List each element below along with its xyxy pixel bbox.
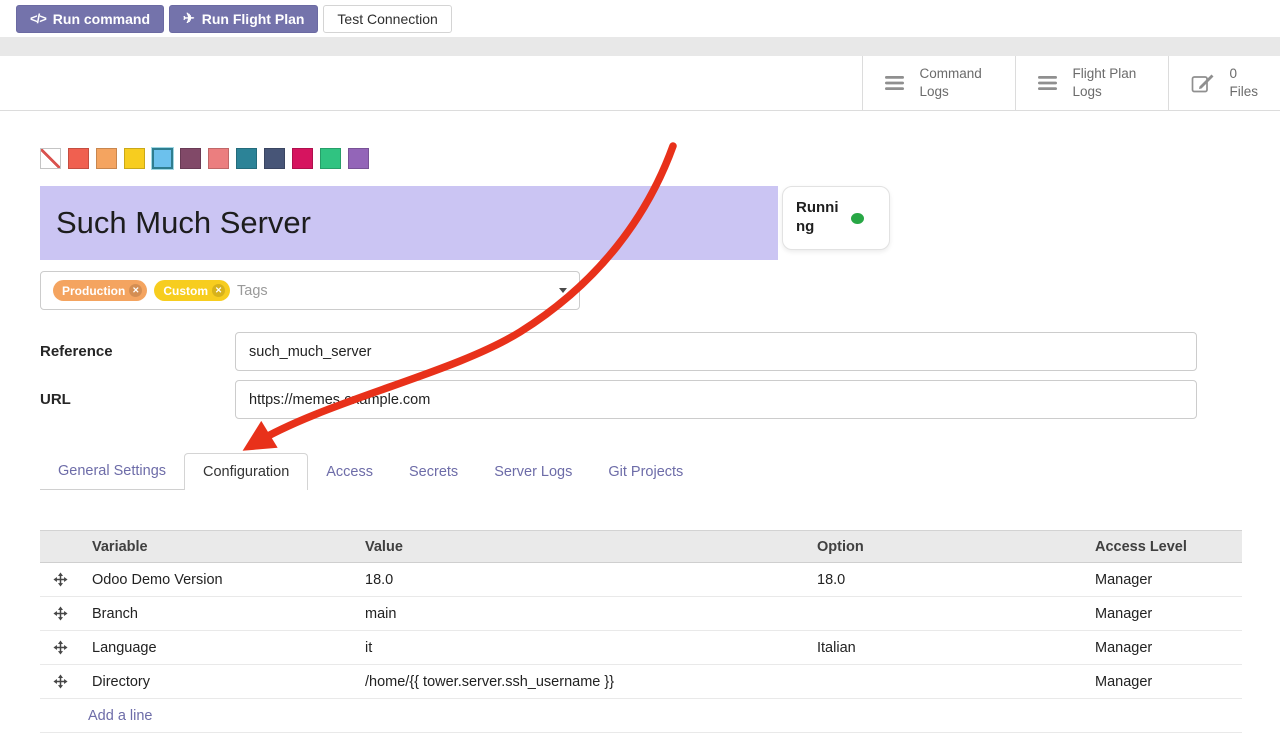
status-label: Running: [796, 199, 842, 237]
move-icon: [53, 572, 68, 587]
add-line-row: Add a line: [40, 699, 1242, 733]
tag-custom[interactable]: Custom ✕: [154, 280, 230, 301]
cell-access-level: Manager: [1083, 674, 1242, 690]
tab-git-projects[interactable]: Git Projects: [590, 453, 701, 490]
tab-server-logs[interactable]: Server Logs: [476, 453, 590, 490]
cell-value: main: [353, 606, 805, 622]
color-swatch[interactable]: [348, 148, 369, 169]
drag-handle[interactable]: [40, 674, 80, 689]
color-swatch[interactable]: [264, 148, 285, 169]
color-swatch[interactable]: [208, 148, 229, 169]
configuration-table: Variable Value Option Access Level Odoo …: [40, 530, 1242, 733]
tab-general-settings[interactable]: General Settings: [40, 453, 184, 490]
add-line-link[interactable]: Add a line: [88, 708, 153, 724]
tab-access[interactable]: Access: [308, 453, 391, 490]
color-swatch[interactable]: [124, 148, 145, 169]
column-header-access-level: Access Level: [1083, 539, 1242, 555]
edit-icon: [1191, 72, 1215, 94]
drag-handle[interactable]: [40, 640, 80, 655]
cell-option: 18.0: [805, 572, 1083, 588]
url-label: URL: [40, 380, 71, 419]
color-swatch[interactable]: [236, 148, 257, 169]
tag-production[interactable]: Production ✕: [53, 280, 147, 301]
column-header-option: Option: [805, 539, 1083, 555]
flight-plan-logs-label: Flight Plan Logs: [1072, 65, 1146, 101]
files-count: 0: [1229, 65, 1258, 83]
table-row[interactable]: Directory /home/{{ tower.server.ssh_user…: [40, 665, 1242, 699]
menu-icon: [885, 75, 905, 91]
run-flight-plan-label: Run Flight Plan: [202, 11, 305, 27]
command-logs-button[interactable]: Command Logs: [862, 56, 1015, 110]
cell-variable: Directory: [80, 674, 353, 690]
color-swatch[interactable]: [152, 148, 173, 169]
move-icon: [53, 640, 68, 655]
code-icon: </>: [30, 11, 46, 26]
test-connection-button[interactable]: Test Connection: [323, 5, 451, 33]
tag-label: Custom: [163, 284, 208, 298]
menu-icon: [1038, 75, 1058, 91]
cell-access-level: Manager: [1083, 606, 1242, 622]
tab-bar: General Settings Configuration Access Se…: [40, 453, 701, 490]
run-command-button[interactable]: </> Run command: [16, 5, 164, 33]
move-icon: [53, 674, 68, 689]
status-dot: [851, 213, 864, 224]
cell-value: 18.0: [353, 572, 805, 588]
column-header-value: Value: [353, 539, 805, 555]
tag-remove-icon[interactable]: ✕: [129, 284, 142, 297]
tags-input[interactable]: Production ✕ Custom ✕ Tags: [40, 271, 580, 310]
top-toolbar: </> Run command ✈ Run Flight Plan Test C…: [0, 0, 1280, 37]
cell-variable: Language: [80, 640, 353, 656]
cell-access-level: Manager: [1083, 572, 1242, 588]
cell-access-level: Manager: [1083, 640, 1242, 656]
color-swatch[interactable]: [68, 148, 89, 169]
no-color-swatch[interactable]: [40, 148, 61, 169]
tag-label: Production: [62, 284, 125, 298]
column-header-variable: Variable: [80, 539, 353, 555]
cell-value: /home/{{ tower.server.ssh_username }}: [353, 674, 805, 690]
tag-remove-icon[interactable]: ✕: [212, 284, 225, 297]
tags-placeholder: Tags: [237, 283, 268, 299]
table-header-row: Variable Value Option Access Level: [40, 530, 1242, 563]
status-card: Running: [782, 186, 890, 250]
move-icon: [53, 606, 68, 621]
stat-buttons: Command Logs Flight Plan Logs 0 Files: [862, 56, 1280, 110]
cell-option: Italian: [805, 640, 1083, 656]
server-name-input[interactable]: Such Much Server: [40, 186, 778, 260]
drag-handle[interactable]: [40, 606, 80, 621]
cell-variable: Odoo Demo Version: [80, 572, 353, 588]
plane-icon: ✈: [183, 10, 195, 27]
control-panel: Command Logs Flight Plan Logs 0 Files: [0, 56, 1280, 111]
run-flight-plan-button[interactable]: ✈ Run Flight Plan: [169, 5, 318, 33]
files-stat-text: 0 Files: [1229, 65, 1258, 101]
reference-label: Reference: [40, 332, 113, 371]
reference-input[interactable]: such_much_server: [235, 332, 1197, 371]
test-connection-label: Test Connection: [337, 11, 437, 27]
url-input[interactable]: https://memes.example.com: [235, 380, 1197, 419]
tab-secrets[interactable]: Secrets: [391, 453, 476, 490]
table-row[interactable]: Language it Italian Manager: [40, 631, 1242, 665]
color-swatch[interactable]: [292, 148, 313, 169]
files-button[interactable]: 0 Files: [1168, 56, 1280, 110]
command-logs-label: Command Logs: [919, 65, 993, 101]
table-row[interactable]: Odoo Demo Version 18.0 18.0 Manager: [40, 563, 1242, 597]
color-swatch[interactable]: [96, 148, 117, 169]
color-swatch[interactable]: [320, 148, 341, 169]
run-command-label: Run command: [53, 11, 150, 27]
table-row[interactable]: Branch main Manager: [40, 597, 1242, 631]
color-palette: [40, 148, 369, 169]
dropdown-caret-icon[interactable]: [559, 288, 567, 293]
flight-plan-logs-button[interactable]: Flight Plan Logs: [1015, 56, 1168, 110]
cell-value: it: [353, 640, 805, 656]
files-label: Files: [1229, 83, 1258, 101]
toolbar-divider: [0, 37, 1280, 56]
color-swatch[interactable]: [180, 148, 201, 169]
tab-configuration[interactable]: Configuration: [184, 453, 308, 490]
cell-variable: Branch: [80, 606, 353, 622]
drag-handle[interactable]: [40, 572, 80, 587]
